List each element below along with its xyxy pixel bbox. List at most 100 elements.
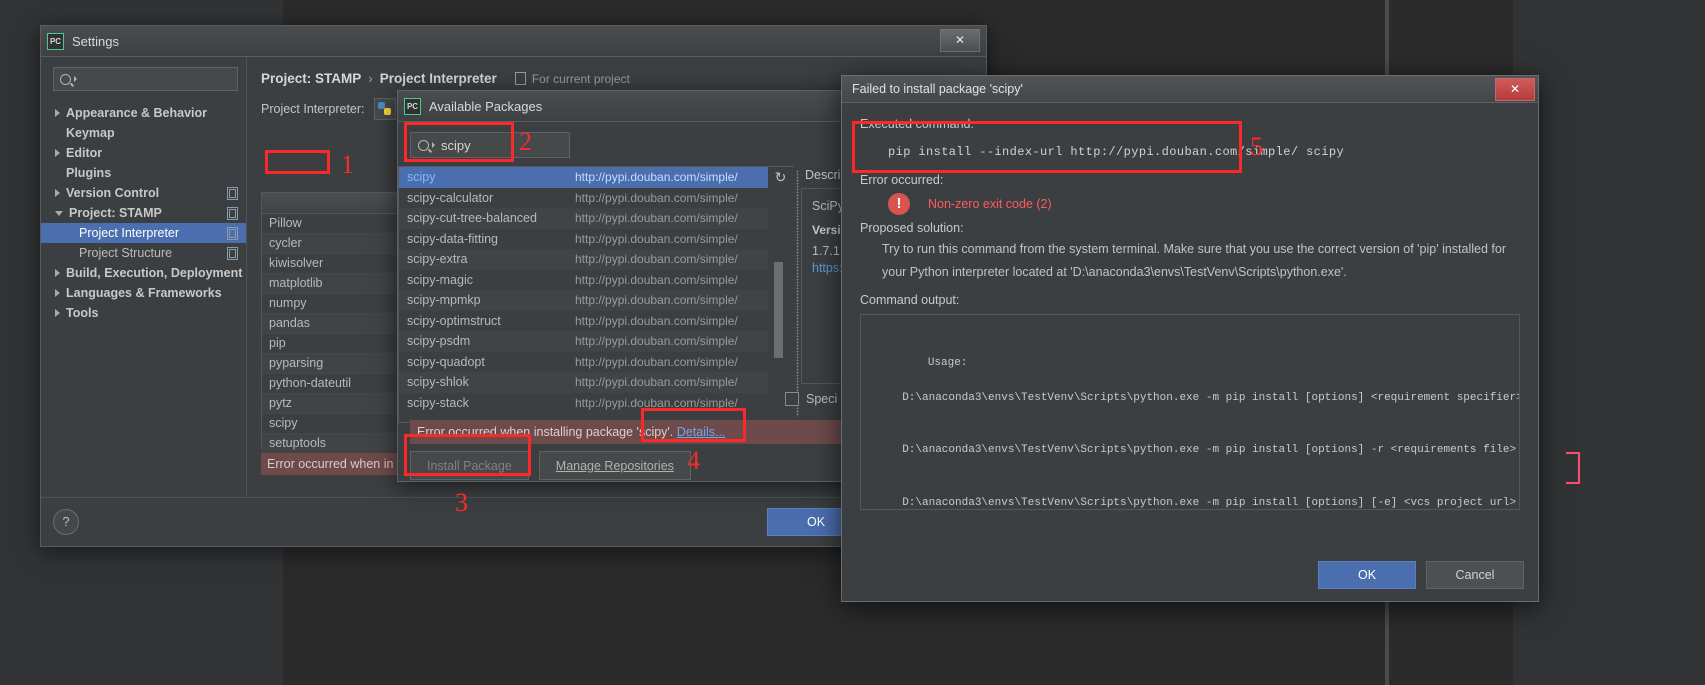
list-item[interactable]: scipy-shlok http://pypi.douban.com/simpl… — [399, 372, 768, 393]
annotation-box-2 — [404, 122, 514, 162]
package-list-scroll-column: ↻ — [768, 166, 794, 421]
command-output-label: Command output: — [860, 293, 960, 307]
chevron-right-icon — [55, 149, 60, 157]
specify-version-checkbox-row[interactable]: Speci — [785, 392, 837, 406]
copy-icon — [227, 246, 238, 260]
sidebar-item-build-execution-deployment[interactable]: Build, Execution, Deployment — [53, 263, 246, 283]
sidebar-item-label: Languages & Frameworks — [66, 286, 222, 300]
scrollbar-thumb[interactable] — [774, 262, 783, 358]
list-item[interactable]: scipy-cut-tree-balanced http://pypi.doub… — [399, 208, 768, 229]
annotation-box-3 — [404, 434, 531, 476]
sidebar-item-version-control[interactable]: Version Control — [53, 183, 246, 203]
package-name: scipy-calculator — [407, 190, 494, 205]
for-current-project-label: For current project — [514, 72, 630, 86]
package-name: scipy-optimstruct — [407, 313, 501, 328]
desktop-background-right — [1513, 0, 1705, 685]
no-arrow-icon — [55, 133, 60, 134]
list-item[interactable]: scipy-quadopt http://pypi.douban.com/sim… — [399, 352, 768, 373]
annotation-number-5: 5 — [1250, 132, 1263, 161]
manage-repositories-button[interactable]: Manage Repositories — [538, 451, 691, 480]
settings-title-bar: PC Settings ✕ — [41, 26, 986, 57]
sidebar-item-label: Project Structure — [79, 246, 173, 260]
settings-search-input[interactable] — [53, 67, 238, 91]
cancel-button[interactable]: Cancel — [1426, 561, 1524, 589]
chevron-down-icon — [74, 76, 77, 82]
chevron-right-icon — [55, 269, 60, 277]
specify-version-label: Speci — [806, 392, 838, 406]
ok-button[interactable]: OK — [1318, 561, 1416, 589]
splitter-handle[interactable] — [794, 166, 801, 421]
manage-repositories-label: Manage Repositories — [555, 458, 674, 473]
python-icon — [373, 98, 396, 120]
command-output-box[interactable]: Usage: D:\anaconda3\envs\TestVenv\Script… — [860, 314, 1520, 510]
copy-icon — [227, 226, 238, 240]
package-list-wrapper: scipy http://pypi.douban.com/simple/ sci… — [398, 166, 768, 423]
package-url: http://pypi.douban.com/simple/ — [575, 190, 738, 205]
settings-window-title: Settings — [72, 33, 119, 49]
checkbox-icon[interactable] — [785, 392, 799, 406]
sidebar-item-keymap[interactable]: Keymap — [53, 123, 246, 143]
package-url: http://pypi.douban.com/simple/ — [575, 211, 738, 226]
sidebar-item-label: Keymap — [66, 126, 115, 140]
error-occurred-label: Error occurred: — [860, 173, 944, 187]
annotation-number-4: 4 — [687, 446, 700, 475]
list-item[interactable]: scipy-optimstruct http://pypi.douban.com… — [399, 311, 768, 332]
annotation-number-3: 3 — [455, 488, 468, 517]
package-url: http://pypi.douban.com/simple/ — [575, 272, 738, 287]
package-list[interactable]: scipy http://pypi.douban.com/simple/ sci… — [398, 166, 768, 423]
annotation-box-1 — [265, 150, 330, 174]
copy-icon — [227, 206, 238, 220]
list-item[interactable]: scipy-calculator http://pypi.douban.com/… — [399, 188, 768, 209]
project-interpreter-label: Project Interpreter: — [261, 102, 365, 116]
sidebar-item-label: Tools — [66, 306, 99, 320]
package-name: scipy-data-fitting — [407, 231, 499, 246]
failed-install-title-bar: Failed to install package 'scipy' ✕ — [842, 76, 1538, 103]
package-name: scipy-extra — [407, 252, 468, 267]
package-name: scipy — [407, 170, 436, 185]
annotation-box-5 — [852, 121, 1242, 173]
package-name: scipy-cut-tree-balanced — [407, 211, 537, 226]
breadcrumb-project[interactable]: Project: STAMP — [261, 71, 361, 86]
help-icon[interactable]: ? — [53, 509, 79, 535]
breadcrumb-separator: › — [368, 71, 373, 86]
list-item[interactable]: scipy-mpmkp http://pypi.douban.com/simpl… — [399, 290, 768, 311]
sidebar-item-editor[interactable]: Editor — [53, 143, 246, 163]
sidebar-item-label: Project: STAMP — [69, 206, 162, 220]
sidebar-item-project-stamp[interactable]: Project: STAMP — [53, 203, 246, 223]
error-icon: ! — [888, 193, 910, 215]
package-url: http://pypi.douban.com/simple/ — [575, 170, 738, 185]
sidebar-item-label: Version Control — [66, 186, 160, 200]
list-item[interactable]: scipy-data-fitting http://pypi.douban.co… — [399, 229, 768, 250]
sidebar-item-project-interpreter[interactable]: Project Interpreter — [41, 223, 246, 243]
package-url: http://pypi.douban.com/simple/ — [575, 334, 738, 349]
sidebar-item-plugins[interactable]: Plugins — [53, 163, 246, 183]
sidebar-item-appearance[interactable]: Appearance & Behavior — [53, 103, 246, 123]
chevron-down-icon — [55, 210, 63, 216]
close-icon[interactable]: ✕ — [1495, 78, 1535, 101]
chevron-right-icon — [55, 109, 60, 117]
chevron-right-icon — [55, 289, 60, 297]
search-icon — [60, 73, 71, 85]
proposed-solution-line1: Try to run this command from the system … — [882, 242, 1507, 256]
list-item[interactable]: scipy-psdm http://pypi.douban.com/simple… — [399, 331, 768, 352]
sidebar-item-tools[interactable]: Tools — [53, 303, 246, 323]
settings-tree: Appearance & Behavior Keymap Editor Plug… — [41, 103, 246, 323]
failed-install-footer: OK Cancel — [1318, 561, 1524, 589]
package-name: scipy-mpmkp — [407, 293, 481, 308]
list-item[interactable]: scipy http://pypi.douban.com/simple/ — [399, 167, 768, 188]
sidebar-item-languages-frameworks[interactable]: Languages & Frameworks — [53, 283, 246, 303]
annotation-box-4 — [641, 408, 746, 442]
error-text: Non-zero exit code (2) — [928, 197, 1052, 211]
sidebar-item-project-structure[interactable]: Project Structure — [53, 243, 246, 263]
package-url: http://pypi.douban.com/simple/ — [575, 354, 738, 369]
error-line: ! Non-zero exit code (2) — [888, 193, 1520, 215]
refresh-icon[interactable]: ↻ — [773, 170, 788, 185]
pink-bracket-mark — [1566, 452, 1580, 484]
annotation-number-2: 2 — [519, 127, 532, 156]
package-url: http://pypi.douban.com/simple/ — [575, 231, 738, 246]
book-icon — [514, 72, 526, 85]
list-item[interactable]: scipy-magic http://pypi.douban.com/simpl… — [399, 270, 768, 291]
breadcrumb-page: Project Interpreter — [379, 71, 497, 86]
list-item[interactable]: scipy-extra http://pypi.douban.com/simpl… — [399, 249, 768, 270]
close-icon[interactable]: ✕ — [940, 29, 980, 52]
